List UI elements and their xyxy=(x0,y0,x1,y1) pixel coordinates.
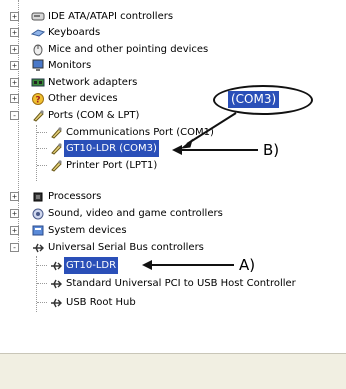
tree-item-label: GT10-LDR xyxy=(64,257,119,274)
callout-label: (COM3) xyxy=(228,91,280,108)
usb-icon xyxy=(49,277,63,290)
tree-line xyxy=(37,283,47,284)
tree-line xyxy=(37,132,47,133)
expand-toggle[interactable]: + xyxy=(10,28,19,37)
port-icon xyxy=(49,126,63,139)
expand-toggle[interactable]: + xyxy=(10,192,19,201)
collapse-toggle[interactable]: - xyxy=(10,111,19,120)
tree-item-label: Communications Port (COM1) xyxy=(66,127,214,138)
callout-arrowhead xyxy=(180,138,193,149)
system-icon xyxy=(31,224,45,237)
tree-item-label: GT10-LDR (COM3) xyxy=(64,140,159,157)
tree-item-label: Other devices xyxy=(48,93,118,104)
svg-text:?: ? xyxy=(35,96,40,106)
expand-toggle[interactable]: + xyxy=(10,94,19,103)
tree-item-label: Processors xyxy=(48,191,102,202)
expand-toggle[interactable]: + xyxy=(10,45,19,54)
expand-toggle[interactable]: + xyxy=(10,209,19,218)
expand-toggle[interactable]: + xyxy=(10,226,19,235)
tree-line xyxy=(36,125,37,181)
port-icon xyxy=(49,142,63,155)
usb-icon xyxy=(49,296,63,309)
tree-item-label: USB Root Hub xyxy=(66,297,136,308)
tree-line xyxy=(37,302,47,303)
tree-item-label: Sound, video and game controllers xyxy=(48,208,223,219)
tree-item-label: Keyboards xyxy=(48,27,101,38)
annotation-b: B) xyxy=(263,141,280,159)
tree-line xyxy=(37,148,47,149)
usb-icon xyxy=(31,241,45,254)
port-icon xyxy=(49,159,63,172)
disk-controller-icon xyxy=(31,10,45,23)
status-bar xyxy=(0,353,346,389)
device-manager-tree: + IDE ATA/ATAPI controllers + Keyboards … xyxy=(0,0,346,389)
monitor-icon xyxy=(31,59,45,72)
mouse-icon xyxy=(31,43,45,56)
tree-item-label: Standard Universal PCI to USB Host Contr… xyxy=(66,278,296,289)
unknown-device-icon: ? xyxy=(31,92,45,106)
expand-toggle[interactable]: + xyxy=(10,61,19,70)
sound-icon xyxy=(31,207,45,220)
tree-line xyxy=(37,265,47,266)
annotation-a: A) xyxy=(239,256,256,274)
keyboard-icon xyxy=(30,26,46,39)
arrow-a-head xyxy=(142,260,152,270)
port-icon xyxy=(31,109,45,122)
tree-item-label: Mice and other pointing devices xyxy=(48,44,209,55)
expand-toggle[interactable]: + xyxy=(10,12,19,21)
usb-icon xyxy=(49,259,63,272)
tree-item-label: Network adapters xyxy=(48,77,138,88)
tree-item-label: Universal Serial Bus controllers xyxy=(48,242,204,253)
tree-item-label: Ports (COM & LPT) xyxy=(48,110,140,121)
network-card-icon xyxy=(31,76,45,89)
tree-item-label: System devices xyxy=(48,225,127,236)
collapse-toggle[interactable]: - xyxy=(10,243,19,252)
tree-item-label: Monitors xyxy=(48,60,92,71)
expand-toggle[interactable]: + xyxy=(10,78,19,87)
tree-item-label: Printer Port (LPT1) xyxy=(66,160,158,171)
tree-line xyxy=(37,165,47,166)
arrow-b-head xyxy=(172,145,182,155)
tree-item-label: IDE ATA/ATAPI controllers xyxy=(48,11,174,22)
processor-icon xyxy=(31,190,45,203)
